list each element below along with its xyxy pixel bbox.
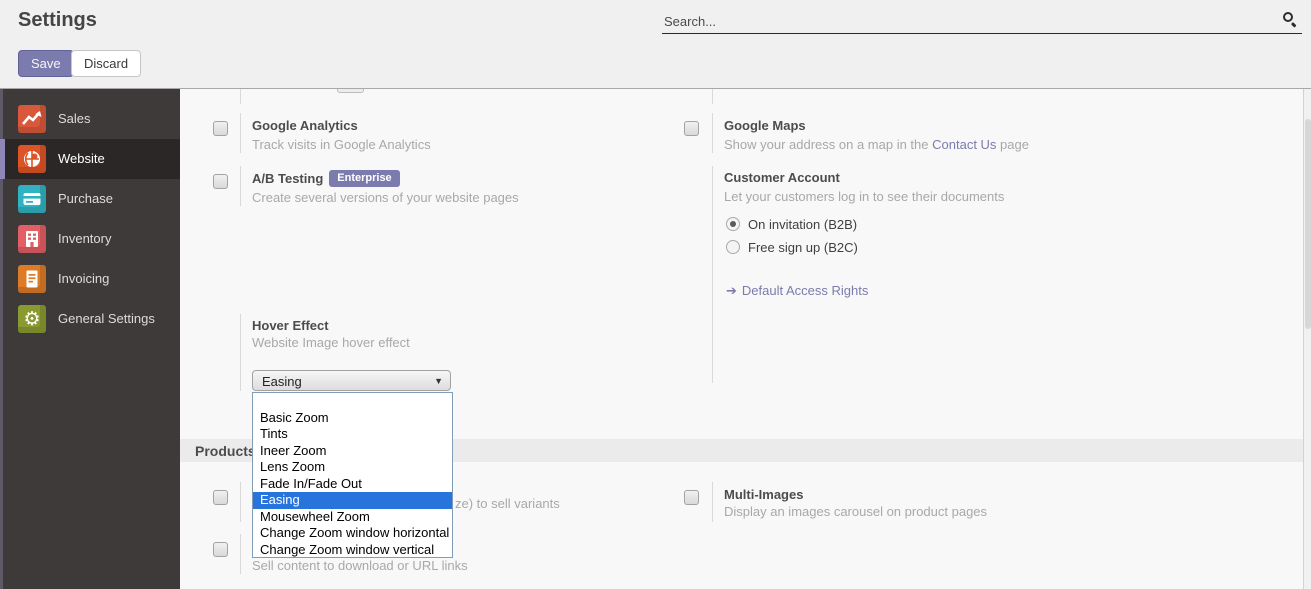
website-globe-icon: [18, 145, 46, 173]
setting-desc: Display an images carousel on product pa…: [724, 504, 987, 519]
setting-desc: Track visits in Google Analytics: [252, 137, 431, 152]
purchase-card-icon: [18, 185, 46, 213]
dropdown-option-selected[interactable]: Easing: [253, 492, 452, 509]
setting-desc: Show your address on a map in the Contac…: [724, 137, 1029, 152]
setting-desc: Website Image hover effect: [252, 335, 410, 350]
invoicing-document-icon: [18, 265, 46, 293]
setting-desc-fragment: ze) to sell variants: [455, 496, 560, 511]
sidebar-item-sales[interactable]: Sales: [3, 99, 180, 139]
dropdown-option[interactable]: Tints: [253, 426, 452, 443]
setting-desc: Sell content to download or URL links: [252, 558, 468, 573]
search-icon[interactable]: [1282, 11, 1298, 27]
product-variants-checkbox[interactable]: [213, 490, 228, 505]
google-analytics-checkbox[interactable]: [213, 121, 228, 136]
save-button[interactable]: Save: [18, 50, 74, 77]
inventory-building-icon: [18, 225, 46, 253]
setting-desc: Let your customers log in to see their d…: [724, 189, 1004, 204]
contact-us-link[interactable]: Contact Us: [932, 137, 996, 152]
top-header: Settings Save Discard: [0, 0, 1311, 89]
default-access-rights-link[interactable]: ➔Default Access Rights: [726, 283, 868, 299]
setting-title: Customer Account: [724, 170, 840, 185]
dropdown-option[interactable]: Fade In/Fade Out: [253, 476, 452, 493]
ab-testing-checkbox[interactable]: [213, 174, 228, 189]
setting-title: Google Analytics: [252, 118, 358, 133]
setting-title: Google Maps: [724, 118, 806, 133]
sidebar-item-invoicing[interactable]: Invoicing: [3, 259, 180, 299]
vertical-scrollbar[interactable]: [1303, 89, 1311, 589]
google-maps-checkbox[interactable]: [684, 121, 699, 136]
arrow-right-icon: ➔: [726, 283, 737, 298]
page-title: Settings: [18, 9, 97, 32]
sidebar-item-purchase[interactable]: Purchase: [3, 179, 180, 219]
dropdown-option[interactable]: Change Zoom window vertical: [253, 542, 452, 559]
search-bar: [662, 8, 1302, 34]
sales-chart-icon: [18, 105, 46, 133]
hover-effect-select[interactable]: Easing ▼: [252, 370, 451, 391]
dropdown-option[interactable]: Change Zoom window horizontal: [253, 525, 452, 542]
chevron-down-icon: ▼: [434, 376, 443, 386]
section-title: Products: [195, 443, 256, 459]
setting-title: Multi-Images: [724, 487, 803, 502]
radio-on-invitation-b2b[interactable]: [726, 217, 740, 231]
setting-title: Hover Effect: [252, 318, 329, 333]
sidebar-item-inventory[interactable]: Inventory: [3, 219, 180, 259]
radio-free-signup-b2c[interactable]: [726, 240, 740, 254]
hover-effect-dropdown-list: Basic Zoom Tints Ineer Zoom Lens Zoom Fa…: [252, 392, 453, 558]
app-sidebar: Sales Website Purchase Inventory: [0, 89, 180, 589]
sidebar-item-website[interactable]: Website: [3, 139, 180, 179]
multi-images-checkbox[interactable]: [684, 490, 699, 505]
enterprise-badge: Enterprise: [329, 170, 399, 187]
clipped-select-remnant: [337, 89, 364, 93]
sidebar-item-general-settings[interactable]: ⚙ General Settings: [3, 299, 180, 339]
gear-icon: ⚙: [18, 305, 46, 333]
settings-page: Settings Save Discard Sales Website: [0, 0, 1311, 589]
dropdown-option[interactable]: Lens Zoom: [253, 459, 452, 476]
search-input[interactable]: [664, 11, 1264, 31]
setting-title: A/B TestingEnterprise: [252, 171, 400, 189]
setting-desc: Create several versions of your website …: [252, 190, 519, 205]
selected-indicator: [0, 139, 5, 179]
dropdown-option[interactable]: Ineer Zoom: [253, 443, 452, 460]
dropdown-option-blank[interactable]: [253, 393, 452, 410]
dropdown-option[interactable]: Basic Zoom: [253, 410, 452, 427]
discard-button[interactable]: Discard: [71, 50, 141, 77]
scrollbar-thumb[interactable]: [1305, 119, 1311, 329]
dropdown-option[interactable]: Mousewheel Zoom: [253, 509, 452, 526]
digital-content-checkbox[interactable]: [213, 542, 228, 557]
settings-content: Google Analytics Track visits in Google …: [180, 89, 1311, 589]
